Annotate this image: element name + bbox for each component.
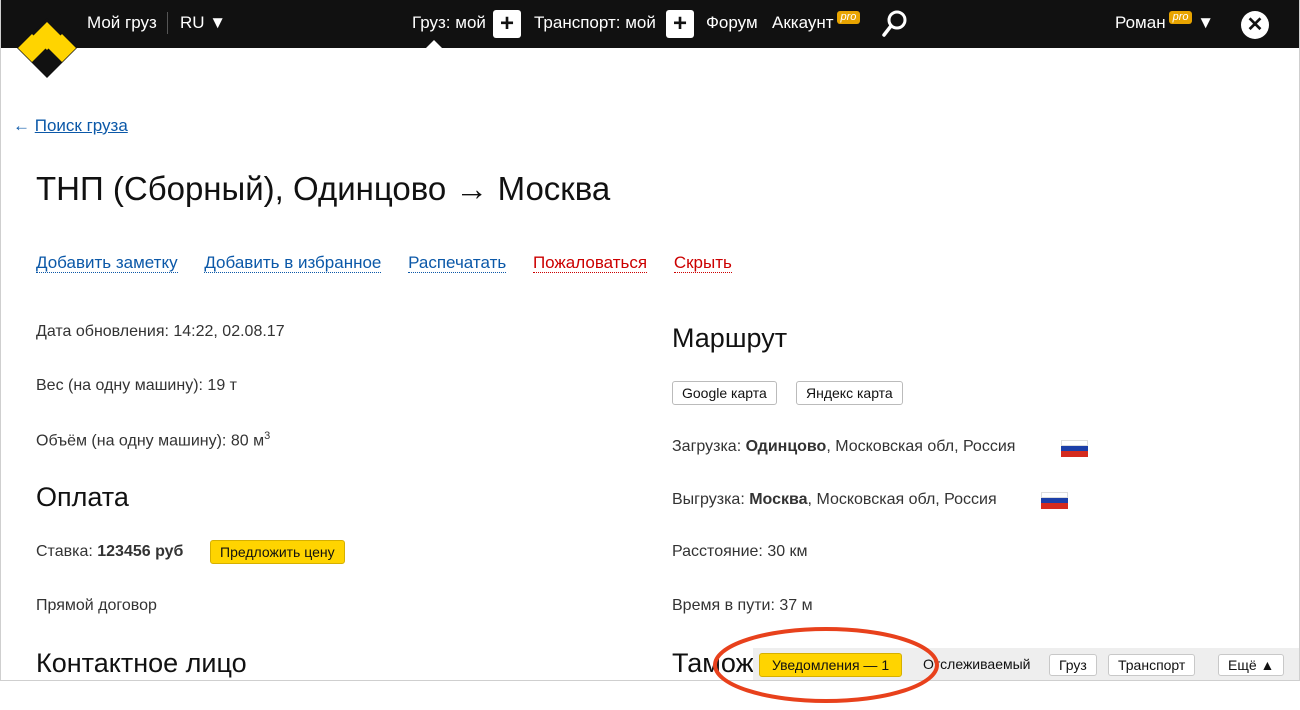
travel-time-info: Время в пути: 37 м: [672, 597, 813, 614]
unloading-region: , Московская обл, Россия: [807, 491, 997, 508]
add-note-link[interactable]: Добавить заметку: [36, 253, 178, 273]
customs-heading: Тамож: [672, 648, 754, 678]
user-pro-badge: pro: [1168, 11, 1193, 24]
rate-info: Ставка: 123456 руб: [36, 543, 183, 561]
tracked-label[interactable]: Отслеживаемый: [923, 656, 1031, 672]
nav-my-cargo[interactable]: Мой груз: [87, 13, 157, 33]
volume-info: Объём (на одну машину): 80 м3: [36, 430, 270, 450]
russia-flag-icon: [1061, 440, 1088, 458]
offer-price-button[interactable]: Предложить цену: [210, 540, 345, 564]
nav-cargo-mine[interactable]: Груз: мой: [412, 13, 486, 33]
back-link-label: Поиск груза: [34, 116, 128, 135]
notifications-button[interactable]: Уведомления — 1: [759, 653, 903, 677]
add-favorite-link[interactable]: Добавить в избранное: [204, 253, 382, 273]
add-cargo-button[interactable]: +: [493, 10, 521, 38]
nav-account[interactable]: Аккаунт pro: [772, 11, 861, 33]
tracked-transport-button[interactable]: Транспорт: [1108, 654, 1196, 676]
loading-city: Одинцово: [745, 438, 827, 455]
user-name: Роман: [1115, 13, 1166, 32]
updated-date: Дата обновления: 14:22, 02.08.17: [36, 323, 285, 341]
tracked-cargo-button[interactable]: Груз: [1049, 654, 1097, 676]
unloading-label: Выгрузка:: [672, 491, 745, 508]
close-icon[interactable]: ✕: [1241, 11, 1269, 39]
volume-label: Объём (на одну машину):: [36, 432, 227, 450]
page-title: ТНП (Сборный), Одинцово → Москва: [36, 170, 611, 207]
updated-value: 14:22, 02.08.17: [173, 323, 285, 340]
rate-value: 123456 руб: [97, 543, 184, 560]
complain-link[interactable]: Пожаловаться: [532, 253, 648, 273]
nav-divider: [167, 12, 168, 34]
site-logo-icon[interactable]: [15, 16, 79, 84]
hide-link[interactable]: Скрыть: [673, 253, 732, 273]
arrow-left-icon: ←: [13, 116, 30, 135]
loading-point: Загрузка: Одинцово, Московская обл, Росс…: [672, 438, 1015, 456]
volume-value: 80 м: [230, 432, 265, 450]
add-transport-button[interactable]: +: [666, 10, 694, 38]
route-heading: Маршрут: [672, 323, 788, 353]
direct-contract: Прямой договор: [36, 597, 157, 614]
nav-forum[interactable]: Форум: [706, 13, 758, 33]
language-selector[interactable]: RU ▼: [180, 13, 226, 33]
weight-info: Вес (на одну машину): 19 т: [36, 377, 237, 395]
active-nav-pointer: [425, 40, 443, 49]
weight-value: 19 т: [207, 377, 237, 394]
notifications-bar: Уведомления — 1 Отслеживаемый Груз Транс…: [753, 648, 1299, 680]
search-icon[interactable]: [881, 9, 909, 39]
chevron-down-icon: ▼: [1197, 13, 1215, 32]
loading-region: , Московская обл, Россия: [826, 438, 1016, 455]
volume-unit-sup: 3: [264, 430, 271, 442]
distance-info: Расстояние: 30 км: [672, 543, 808, 560]
page-frame: Мой груз RU ▼ Груз: мой + Транспорт: мой…: [0, 0, 1300, 681]
top-navigation-bar: Мой груз RU ▼ Груз: мой + Транспорт: мой…: [1, 0, 1299, 49]
weight-label: Вес (на одну машину):: [36, 377, 203, 394]
rate-label: Ставка:: [36, 543, 93, 560]
user-menu[interactable]: Роман pro ▼: [1115, 11, 1215, 33]
print-link[interactable]: Распечатать: [408, 253, 507, 273]
updated-label: Дата обновления:: [36, 323, 169, 340]
nav-transport-mine[interactable]: Транспорт: мой: [534, 13, 656, 33]
loading-label: Загрузка:: [672, 438, 742, 455]
pro-badge: pro: [836, 11, 861, 24]
unloading-point: Выгрузка: Москва, Московская обл, Россия: [672, 491, 997, 509]
nav-account-label: Аккаунт: [772, 13, 834, 32]
unloading-city: Москва: [749, 491, 808, 508]
action-links: Добавить заметку Добавить в избранное Ра…: [36, 253, 754, 273]
payment-heading: Оплата: [36, 482, 129, 512]
russia-flag-icon: [1041, 492, 1068, 510]
more-button[interactable]: Ещё ▲: [1218, 654, 1285, 676]
back-link[interactable]: ← Поиск груза: [13, 116, 128, 136]
yandex-map-button[interactable]: Яндекс карта: [796, 381, 903, 405]
google-map-button[interactable]: Google карта: [672, 381, 777, 405]
contact-heading: Контактное лицо: [36, 648, 247, 678]
